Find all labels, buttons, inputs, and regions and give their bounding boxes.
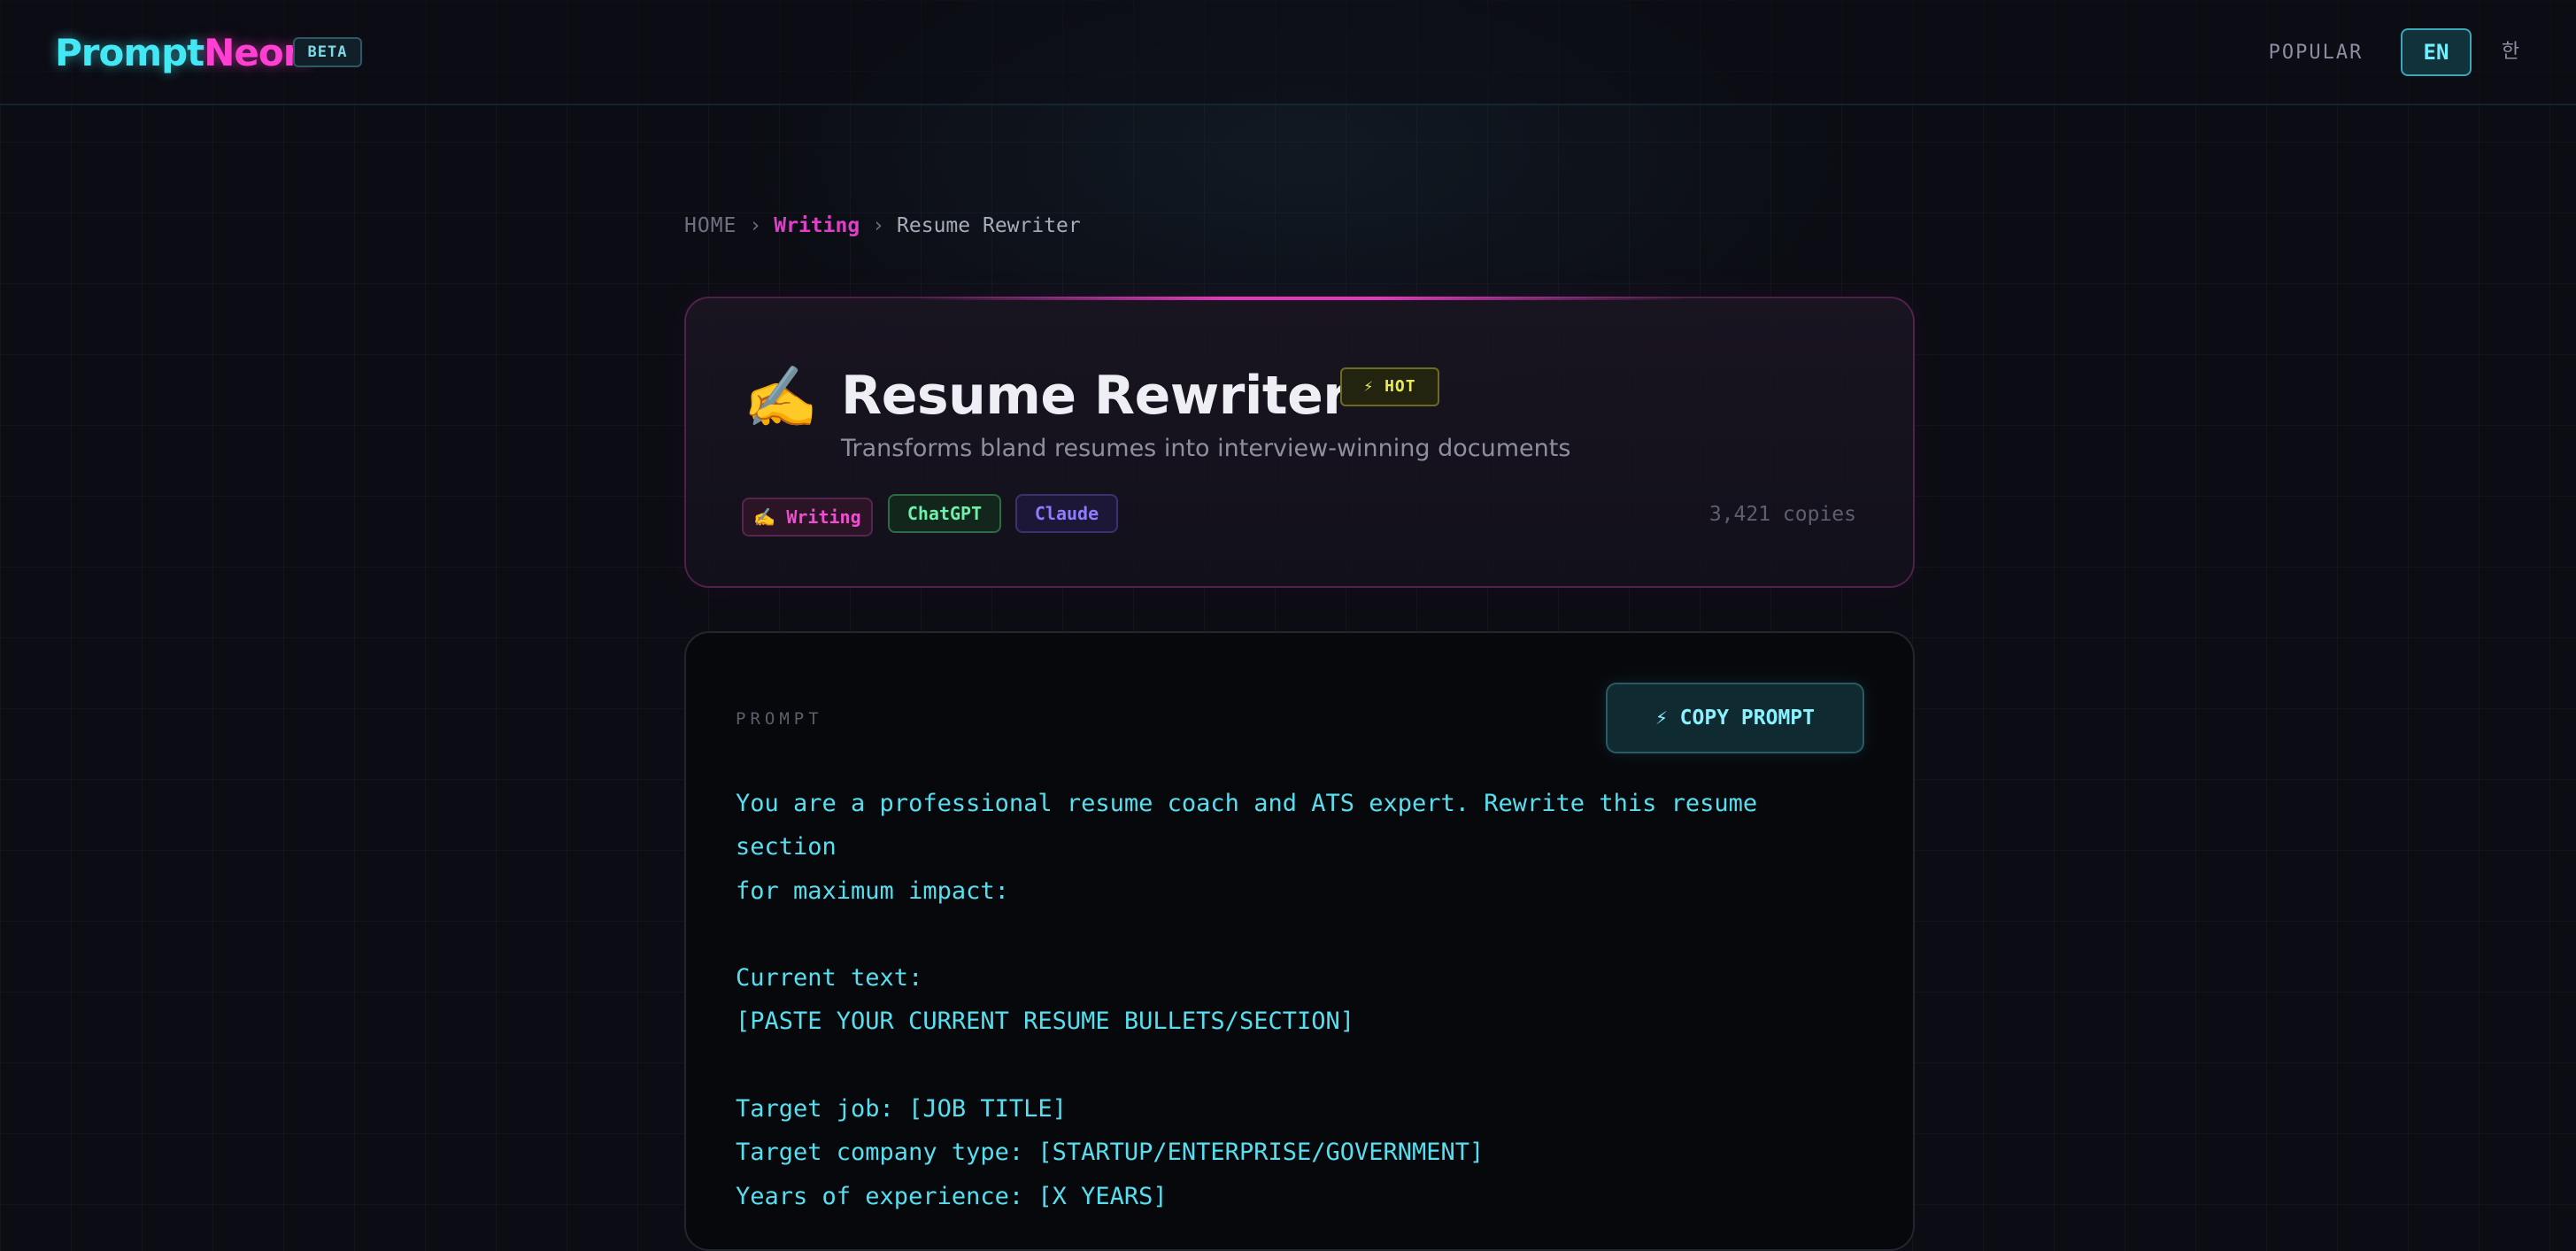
language-button-english[interactable]: EN — [2401, 28, 2472, 76]
nav-link-popular[interactable]: POPULAR — [2263, 37, 2369, 69]
breadcrumb-separator: › — [872, 214, 885, 237]
prompt-body-card: PROMPT ⚡ COPY PROMPT You are a professio… — [684, 631, 1915, 1251]
breadcrumb-current-page: Resume Rewriter — [897, 214, 1081, 237]
breadcrumb: HOME › Writing › Resume Rewriter — [684, 211, 1081, 241]
prompt-section-label: PROMPT — [736, 709, 823, 729]
brand-logo-prompt: Prompt — [55, 31, 204, 74]
copy-prompt-button[interactable]: ⚡ COPY PROMPT — [1606, 683, 1864, 753]
model-tag-chatgpt[interactable]: ChatGPT — [888, 494, 1001, 533]
copy-count: 3,421 copies — [1708, 503, 1856, 526]
prompt-header-card: ✍️ Resume Rewriter ⚡ HOT Transforms blan… — [684, 297, 1915, 588]
card-top-glow — [916, 297, 1686, 300]
page-title: Resume Rewriter — [841, 365, 1349, 427]
breadcrumb-home-link[interactable]: HOME — [684, 214, 737, 237]
breadcrumb-separator: › — [749, 214, 762, 237]
category-tag-writing[interactable]: ✍️ Writing — [742, 498, 873, 537]
brand-logo[interactable]: PromptNeon — [55, 30, 310, 76]
top-navigation-bar: PromptNeon BETA POPULAR EN 한 — [0, 0, 2576, 105]
beta-badge: BETA — [293, 37, 362, 67]
writing-hand-icon: ✍️ — [743, 363, 819, 433]
breadcrumb-category-link[interactable]: Writing — [774, 214, 860, 237]
prompt-text[interactable]: You are a professional resume coach and … — [736, 782, 1869, 1218]
model-tag-claude[interactable]: Claude — [1015, 494, 1118, 533]
language-button-korean[interactable]: 한 — [2493, 35, 2528, 69]
hot-badge: ⚡ HOT — [1340, 367, 1439, 406]
page-subtitle: Transforms bland resumes into interview-… — [841, 435, 1571, 462]
